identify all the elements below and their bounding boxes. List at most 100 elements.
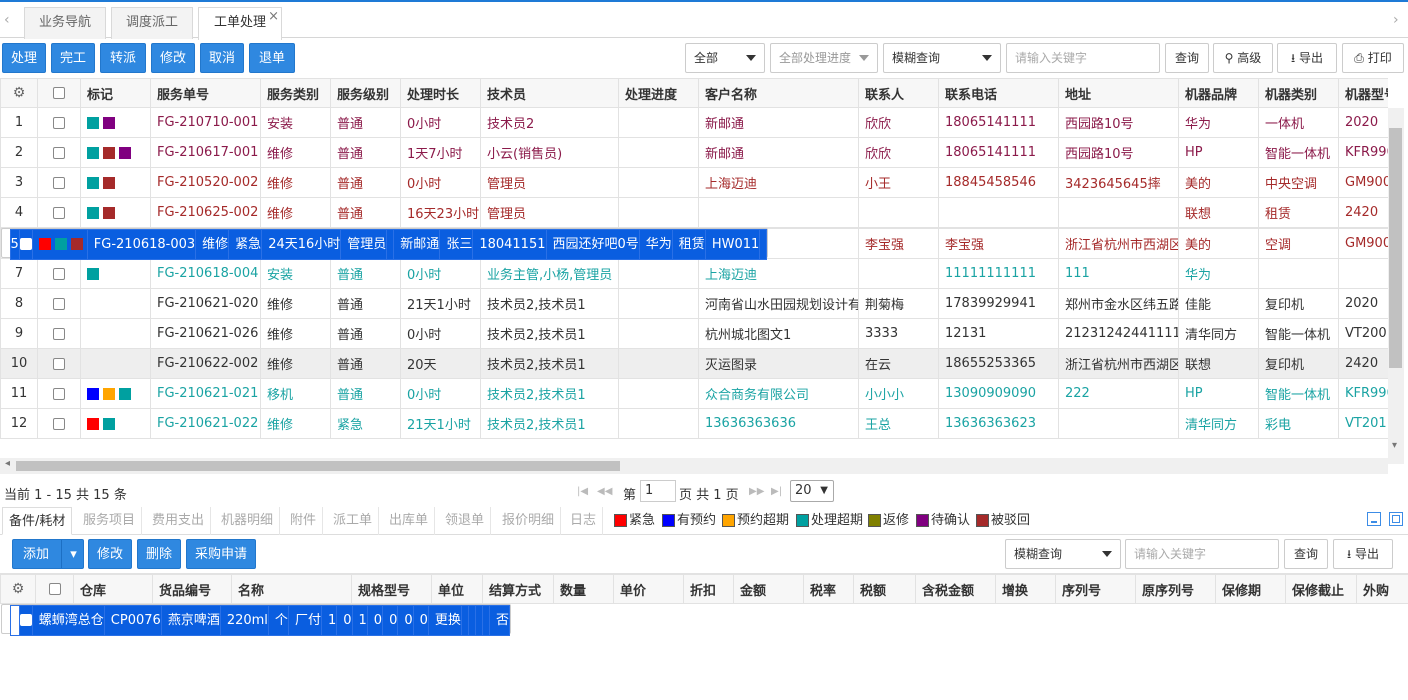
checkbox[interactable] — [53, 387, 65, 400]
table-row[interactable]: 10 FG-210622-002 维修 普通 20天 技术员2,技术员1 灭运图录 在云 186… — [0, 348, 1388, 379]
header-cell[interactable]: 结算方式 — [482, 574, 554, 604]
table-row[interactable]: 12 FG-210621-022 维修 紧急 21天1小时 技术员2,技术员1 136363… — [0, 408, 1388, 439]
minimize-icon[interactable] — [1367, 512, 1381, 526]
parts-search-mode-select[interactable]: 模糊查询 — [1005, 539, 1121, 569]
table-row[interactable]: 11 FG-210621-021 移机 普通 0小时 技术员2,技术员1 众合商务有限公司小… — [0, 378, 1388, 409]
tab-scroll-left-icon[interactable]: ‹ — [4, 12, 10, 28]
tab-dispatch[interactable]: 调度派工 — [111, 7, 193, 39]
tab-expenses[interactable]: 费用支出 — [146, 507, 212, 535]
table-row[interactable]: 5 FG-210618-003 维修 紧急 24天16小时 管理员 新邮通 张三 1804115… — [0, 228, 769, 260]
header-cell[interactable]: 标记 — [80, 78, 151, 108]
checkbox[interactable] — [53, 87, 65, 99]
tab-business-nav[interactable]: 业务导航 — [24, 7, 106, 39]
checkbox[interactable] — [53, 327, 65, 340]
parts-delete-button[interactable]: 删除 — [137, 539, 181, 569]
header-cell[interactable]: 机器型号 — [1338, 78, 1388, 108]
parts-export-button[interactable]: ⭳ 导出 — [1333, 539, 1393, 569]
cancel-button[interactable]: 取消 — [200, 43, 244, 73]
checkbox[interactable] — [53, 297, 65, 310]
tab-dispatch-orders[interactable]: 派工单 — [327, 507, 380, 535]
parts-query-button[interactable]: 查询 — [1284, 539, 1328, 569]
table-row[interactable]: 2 FG-210617-001 维修 普通 1天7小时 小云(销售员) 新邮通 欣欣 18065… — [0, 137, 1388, 168]
header-cell[interactable]: 客户名称 — [698, 78, 859, 108]
tab-log[interactable]: 日志 — [564, 507, 604, 535]
parts-column-settings[interactable]: ⚙ — [0, 574, 36, 604]
tab-machine-detail[interactable]: 机器明细 — [215, 507, 281, 535]
checkbox[interactable] — [53, 267, 65, 280]
chevron-down-icon[interactable]: ▾ — [61, 540, 85, 568]
header-cell[interactable]: 机器品牌 — [1178, 78, 1259, 108]
edit-button[interactable]: 修改 — [151, 43, 195, 73]
row-checkbox[interactable] — [18, 229, 33, 260]
tab-outbound[interactable]: 出库单 — [383, 507, 436, 535]
header-cell[interactable]: 机器类别 — [1258, 78, 1339, 108]
search-mode-select[interactable]: 模糊查询 — [883, 43, 1001, 73]
return-button[interactable]: 退单 — [249, 43, 295, 73]
table-row[interactable]: 4 FG-210625-002 维修 普通 16天23小时 管理员 联想 租赁 2420 — [0, 197, 1388, 228]
tab-quote-detail[interactable]: 报价明细 — [496, 507, 562, 535]
last-page-icon[interactable]: ▶| — [771, 486, 782, 497]
header-cell[interactable]: 名称 — [231, 574, 352, 604]
prev-page-icon[interactable]: ◀◀ — [597, 486, 612, 497]
row-checkbox[interactable] — [37, 107, 81, 138]
status-filter-select[interactable]: 全部 — [685, 43, 765, 73]
row-checkbox[interactable] — [18, 605, 33, 636]
checkbox[interactable] — [20, 614, 32, 626]
transfer-button[interactable]: 转派 — [100, 43, 146, 73]
parts-search-input[interactable]: 请输入关键字 — [1125, 539, 1279, 569]
header-cell[interactable]: 技术员 — [480, 78, 619, 108]
header-cell[interactable]: 服务级别 — [330, 78, 401, 108]
advanced-button[interactable]: ⚲ 高级 — [1213, 43, 1273, 73]
tab-work-order[interactable]: 工单处理 × — [198, 7, 282, 40]
table-row[interactable]: 3 FG-210520-002 维修 普通 0小时 管理员 上海迈迪 小王 1884545854… — [0, 167, 1388, 198]
row-checkbox[interactable] — [37, 288, 81, 319]
column-settings[interactable]: ⚙ — [0, 78, 38, 108]
complete-button[interactable]: 完工 — [51, 43, 95, 73]
table-row[interactable]: 1 螺蛳湾总仓 CP0076 燕京啤酒 220ml 个厂付 1 0 1 0 0 0 0 更换否 — [0, 604, 511, 636]
scroll-left-icon[interactable]: ◂ — [5, 458, 10, 469]
row-checkbox[interactable] — [37, 167, 81, 198]
header-cell[interactable]: 地址 — [1058, 78, 1179, 108]
export-button[interactable]: ⭳ 导出 — [1277, 43, 1337, 73]
header-cell[interactable]: 增换 — [995, 574, 1056, 604]
search-input[interactable]: 请输入关键字 — [1006, 43, 1160, 73]
header-cell[interactable]: 服务单号 — [150, 78, 261, 108]
checkbox[interactable] — [53, 176, 65, 189]
table-row[interactable]: 7 FG-210618-004 安装 普通 0小时 业务主管,小杨,管理员 上海迈迪 1111… — [0, 258, 1388, 289]
row-checkbox[interactable] — [37, 318, 81, 349]
parts-select-all-checkbox[interactable] — [35, 574, 74, 604]
purchase-request-button[interactable]: 采购申请 — [186, 539, 256, 569]
checkbox[interactable] — [53, 206, 65, 219]
header-cell[interactable]: 保修期 — [1215, 574, 1286, 604]
header-cell[interactable]: 折扣 — [683, 574, 734, 604]
header-cell[interactable]: 服务类别 — [260, 78, 331, 108]
header-cell[interactable]: 数量 — [553, 574, 614, 604]
header-cell[interactable]: 联系电话 — [938, 78, 1059, 108]
select-all-checkbox[interactable] — [37, 78, 81, 108]
header-cell[interactable]: 保修截止 — [1285, 574, 1357, 604]
add-button[interactable]: 添加 ▾ — [12, 539, 84, 569]
checkbox[interactable] — [20, 238, 32, 250]
header-cell[interactable]: 处理进度 — [618, 78, 699, 108]
gear-icon[interactable]: ⚙ — [13, 85, 26, 101]
table-row[interactable]: 1 FG-210710-001 安装 普通 0小时 技术员2 新邮通 欣欣 1806514111… — [0, 107, 1388, 138]
close-icon[interactable]: × — [268, 2, 279, 32]
checkbox[interactable] — [53, 417, 65, 430]
row-checkbox[interactable] — [37, 378, 81, 409]
header-cell[interactable]: 金额 — [733, 574, 804, 604]
tab-return[interactable]: 领退单 — [439, 507, 492, 535]
tab-attachments[interactable]: 附件 — [284, 507, 324, 535]
header-cell[interactable]: 处理时长 — [400, 78, 481, 108]
header-cell[interactable]: 税率 — [803, 574, 854, 604]
row-checkbox[interactable] — [37, 348, 81, 379]
header-cell[interactable]: 规格型号 — [351, 574, 432, 604]
checkbox[interactable] — [53, 146, 65, 159]
header-cell[interactable]: 货品编号 — [152, 574, 232, 604]
header-cell[interactable]: 联系人 — [858, 78, 939, 108]
scroll-down-icon[interactable]: ▾ — [1392, 440, 1397, 451]
checkbox[interactable] — [53, 357, 65, 370]
header-cell[interactable]: 序列号 — [1055, 574, 1136, 604]
tab-parts[interactable]: 备件/耗材 — [2, 507, 73, 535]
table-row[interactable]: 8 FG-210621-020 维修 普通 21天1小时 技术员2,技术员1 河南省山水田园… — [0, 288, 1388, 319]
parts-edit-button[interactable]: 修改 — [88, 539, 132, 569]
